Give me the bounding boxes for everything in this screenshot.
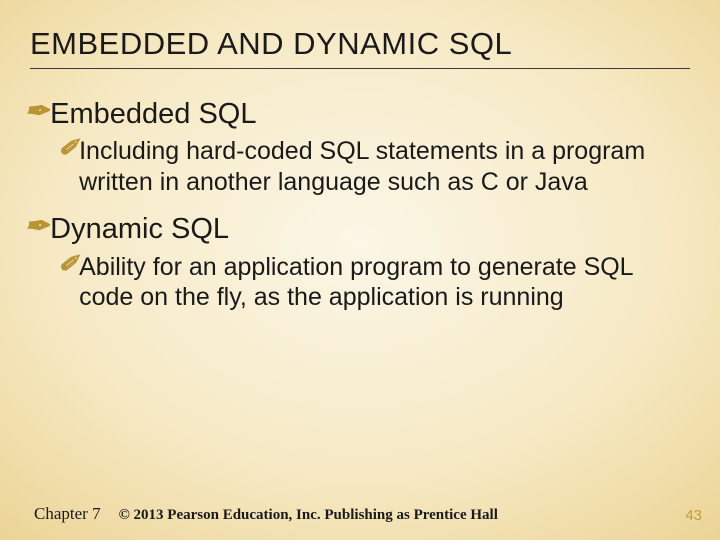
footer: Chapter 7 © 2013 Pearson Education, Inc.… (34, 504, 686, 524)
chapter-label: Chapter 7 (34, 504, 101, 524)
slide-title: EMBEDDED AND DYNAMIC SQL (30, 26, 690, 69)
heading-text: Dynamic SQL (50, 211, 684, 247)
heading-text: Embedded SQL (50, 96, 684, 132)
scribble-icon: ✐ (58, 252, 78, 278)
scribble-icon: ✒ (24, 96, 49, 128)
sub-text: Including hard-coded SQL statements in a… (79, 136, 684, 197)
slide: EMBEDDED AND DYNAMIC SQL ✒ Embedded SQL … (0, 0, 720, 540)
scribble-icon: ✒ (24, 211, 49, 243)
bullet-lvl1: ✒ Embedded SQL (24, 96, 684, 132)
page-number: 43 (685, 507, 702, 524)
sub-text: Ability for an application program to ge… (79, 252, 684, 313)
scribble-icon: ✐ (58, 136, 78, 162)
bullet-lvl2: ✐ Including hard-coded SQL statements in… (58, 136, 684, 197)
copyright-text: © 2013 Pearson Education, Inc. Publishin… (119, 507, 498, 524)
bullet-lvl2: ✐ Ability for an application program to … (58, 252, 684, 313)
slide-body: ✒ Embedded SQL ✐ Including hard-coded SQ… (24, 96, 684, 327)
bullet-lvl1: ✒ Dynamic SQL (24, 211, 684, 247)
